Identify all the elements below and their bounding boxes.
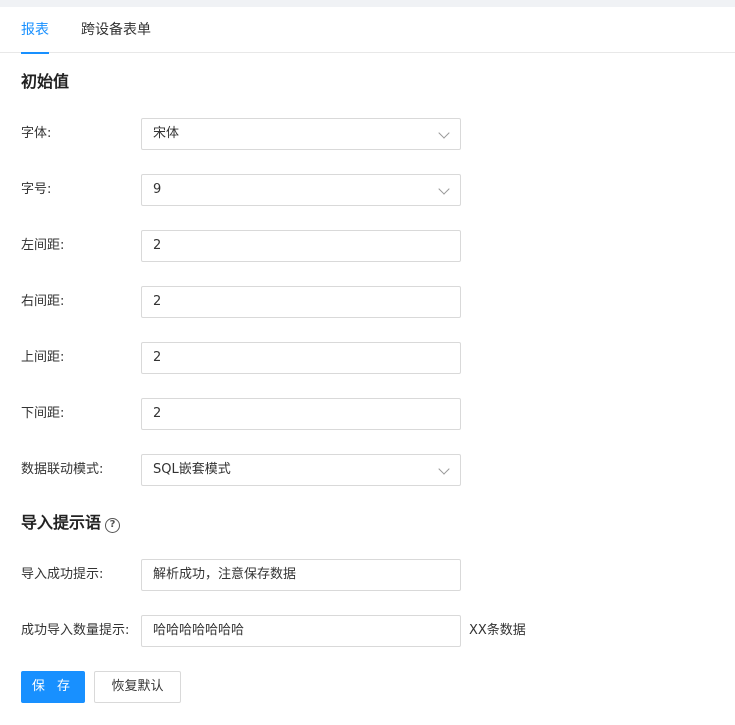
right-margin-input[interactable]: 2 <box>141 286 461 318</box>
chevron-down-icon <box>438 127 450 139</box>
bottom-margin-label: 下间距: <box>21 406 65 421</box>
font-select[interactable]: 宋体 <box>141 118 461 150</box>
section-title-import: 导入提示语? <box>21 511 121 535</box>
section-title-import-text: 导入提示语 <box>21 513 102 532</box>
import-success-label: 导入成功提示: <box>21 567 104 582</box>
top-margin-input[interactable]: 2 <box>141 342 461 374</box>
left-margin-input[interactable]: 2 <box>141 230 461 262</box>
import-count-input[interactable]: 哈哈哈哈哈哈哈 <box>141 615 461 647</box>
tab-report[interactable]: 报表 <box>21 7 49 54</box>
font-select-value: 宋体 <box>153 126 180 141</box>
reset-default-button[interactable]: 恢复默认 <box>94 671 181 703</box>
tab-bar: 报表 跨设备表单 <box>0 7 735 54</box>
right-margin-label: 右间距: <box>21 294 65 309</box>
data-linkage-mode-select[interactable]: SQL嵌套模式 <box>141 454 461 486</box>
chevron-down-icon <box>438 463 450 475</box>
top-margin-label: 上间距: <box>21 350 65 365</box>
import-count-label: 成功导入数量提示: <box>21 623 130 638</box>
import-success-input[interactable]: 解析成功，注意保存数据 <box>141 559 461 591</box>
font-size-select[interactable]: 9 <box>141 174 461 206</box>
left-margin-label: 左间距: <box>21 238 65 253</box>
bottom-margin-input[interactable]: 2 <box>141 398 461 430</box>
question-circle-icon[interactable]: ? <box>105 518 121 533</box>
section-title-initial: 初始值 <box>21 72 70 91</box>
data-linkage-mode-label: 数据联动模式: <box>21 462 104 477</box>
top-strip <box>0 0 735 7</box>
font-label: 字体: <box>21 126 52 141</box>
save-button[interactable]: 保 存 <box>21 671 85 703</box>
import-count-suffix: XX条数据 <box>469 623 526 638</box>
chevron-down-icon <box>438 183 450 195</box>
font-size-select-value: 9 <box>153 182 162 197</box>
font-size-label: 字号: <box>21 182 52 197</box>
data-linkage-mode-value: SQL嵌套模式 <box>153 462 231 477</box>
tab-cross-device-form[interactable]: 跨设备表单 <box>81 7 151 53</box>
